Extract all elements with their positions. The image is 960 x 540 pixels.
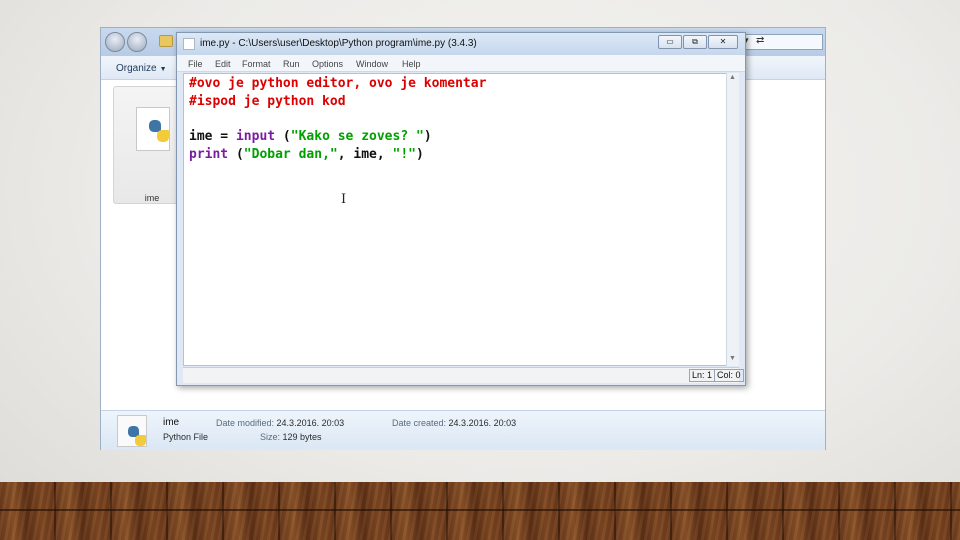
details-date-created: Date created: 24.3.2016. 20:03 <box>392 418 516 428</box>
scroll-down-icon[interactable]: ▼ <box>729 355 736 362</box>
menu-edit[interactable]: Edit <box>215 59 231 69</box>
details-size: Size: 129 bytes <box>260 432 322 442</box>
document-icon <box>183 38 195 50</box>
menu-bar: File Edit Format Run Options Window Help <box>177 55 745 72</box>
menu-window[interactable]: Window <box>356 59 388 69</box>
menu-format[interactable]: Format <box>242 59 271 69</box>
organize-button[interactable]: Organize ▼ <box>116 63 167 74</box>
date-created-value: 24.3.2016. 20:03 <box>448 418 517 428</box>
details-pane: ime Python File Date modified: 24.3.2016… <box>101 410 825 450</box>
code-line-1: #ovo je python editor, ovo je komentar <box>189 76 487 91</box>
text-cursor-icon: I <box>341 192 347 207</box>
code-token-args: , ime, <box>337 147 393 162</box>
minimize-button[interactable]: ▭ <box>658 35 682 49</box>
maximize-button[interactable]: ⧉ <box>683 35 707 49</box>
date-modified-label: Date modified: <box>216 418 275 428</box>
status-line: Ln: 1 <box>689 369 716 382</box>
idle-titlebar[interactable]: ime.py - C:\Users\user\Desktop\Python pr… <box>177 33 745 55</box>
menu-options[interactable]: Options <box>312 59 343 69</box>
python-file-icon <box>117 415 147 447</box>
organize-label: Organize <box>116 63 157 74</box>
date-modified-value: 24.3.2016. 20:03 <box>276 418 345 428</box>
menu-file[interactable]: File <box>188 59 203 69</box>
python-file-icon <box>136 107 170 151</box>
code-token-paren-close: ) <box>416 147 424 162</box>
folder-icon <box>159 35 173 47</box>
explorer-nav-buttons <box>105 32 149 52</box>
size-value: 129 bytes <box>282 432 322 442</box>
scroll-up-icon[interactable]: ▲ <box>729 74 736 81</box>
code-token-paren-close: ) <box>423 129 432 144</box>
code-token-var: ime = <box>189 129 236 144</box>
back-button[interactable] <box>105 32 125 52</box>
status-column: Col: 0 <box>714 369 744 382</box>
vertical-scrollbar[interactable]: ▲ ▼ <box>726 73 739 366</box>
wooden-floor-background <box>0 482 960 540</box>
code-token-paren-open: ( <box>228 147 244 162</box>
code-token-print: print <box>189 147 229 162</box>
address-bar-end[interactable]: ▾ ⇄ <box>741 34 823 50</box>
details-file-type: Python File <box>163 432 209 442</box>
code-line-4: ime = input ("Kako se zoves? ") <box>189 129 432 144</box>
python-logo-icon <box>149 120 169 142</box>
chevron-down-icon: ▼ <box>159 66 167 73</box>
code-token-string: "!" <box>392 147 416 162</box>
details-date-modified: Date modified: 24.3.2016. 20:03 <box>216 418 344 428</box>
menu-help[interactable]: Help <box>402 59 421 69</box>
close-button[interactable]: ✕ <box>708 35 738 49</box>
code-line-2: #ispod je python kod <box>189 94 346 109</box>
refresh-icon[interactable]: ⇄ <box>756 35 764 46</box>
forward-button[interactable] <box>127 32 147 52</box>
code-editor[interactable]: #ovo je python editor, ovo je komentar #… <box>183 73 733 366</box>
details-file-name: ime <box>163 417 180 428</box>
python-logo-icon <box>128 426 146 446</box>
code-line-5: print ("Dobar dan,", ime, "!") <box>189 147 424 162</box>
size-label: Size: <box>260 432 281 442</box>
idle-editor-window: ime.py - C:\Users\user\Desktop\Python pr… <box>176 32 746 386</box>
code-token-paren-open: ( <box>275 129 291 144</box>
code-token-input: input <box>235 129 276 144</box>
code-token-string: "Kako se zoves? " <box>290 129 424 144</box>
date-created-label: Date created: <box>392 418 447 428</box>
status-bar: Ln: 1 Col: 0 <box>183 367 744 383</box>
window-title: ime.py - C:\Users\user\Desktop\Python pr… <box>200 38 477 49</box>
menu-run[interactable]: Run <box>283 59 300 69</box>
code-token-string: "Dobar dan," <box>243 147 338 162</box>
